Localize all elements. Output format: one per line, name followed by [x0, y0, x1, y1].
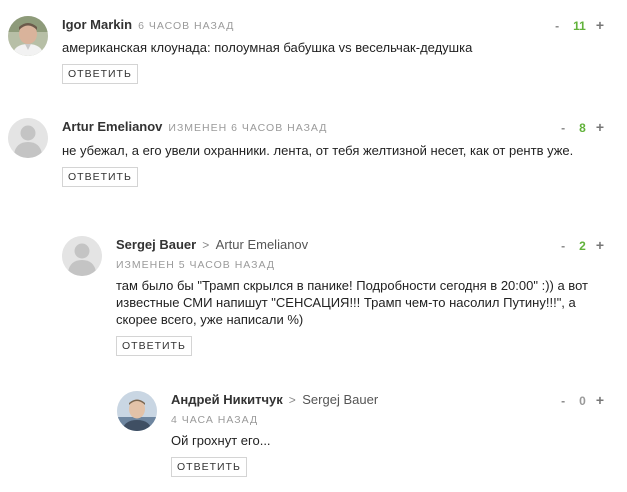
comment-2: Artur Emelianov ИЗМЕНЕН 6 ЧАСОВ НАЗАД не …	[8, 118, 604, 208]
reply-to-arrow: >	[202, 238, 210, 252]
comment-3: Sergej Bauer > Artur Emelianov ИЗМЕНЕН 5 …	[62, 236, 604, 366]
vote-up-button[interactable]: +	[596, 392, 604, 408]
user-photo-icon	[8, 16, 48, 56]
avatar[interactable]	[8, 16, 48, 56]
reply-to-author[interactable]: Artur Emelianov	[216, 237, 308, 252]
vote-score: 11	[573, 19, 586, 33]
comment-text: там было бы "Трамп скрылся в панике! Под…	[116, 278, 588, 327]
vote-score: 8	[579, 121, 586, 135]
reply-button[interactable]: ОТВЕТИТЬ	[171, 457, 247, 477]
comment-header: Андрей Никитчук > Sergej Bauer	[171, 391, 591, 409]
vote-down-button[interactable]: -	[561, 394, 565, 408]
vote-up-button[interactable]: +	[596, 17, 604, 33]
vote-up-button[interactable]: +	[596, 119, 604, 135]
comment-body: Андрей Никитчук > Sergej Bauer 4 ЧАСА НАЗ…	[171, 391, 591, 477]
comment-time: ИЗМЕНЕН 5 ЧАСОВ НАЗАД	[116, 259, 275, 271]
comment-author[interactable]: Artur Emelianov	[62, 119, 162, 134]
comment-text: Ой грохнут его...	[171, 433, 271, 448]
comment-author[interactable]: Андрей Никитчук	[171, 392, 283, 407]
vote-down-button[interactable]: -	[561, 239, 565, 253]
vote-controls: -8 +	[561, 118, 604, 136]
vote-controls: -0 +	[561, 391, 604, 409]
reply-button[interactable]: ОТВЕТИТЬ	[62, 64, 138, 84]
reply-button[interactable]: ОТВЕТИТЬ	[62, 167, 138, 187]
avatar[interactable]	[117, 391, 157, 431]
comment-time: ИЗМЕНЕН 6 ЧАСОВ НАЗАД	[168, 122, 328, 134]
avatar[interactable]	[62, 236, 102, 276]
comment-body: Artur Emelianov ИЗМЕНЕН 6 ЧАСОВ НАЗАД не …	[62, 118, 590, 187]
comment-text: не убежал, а его увели охранники. лента,…	[62, 143, 574, 158]
vote-controls: -11 +	[555, 16, 604, 34]
comment-header: Igor Markin 6 ЧАСОВ НАЗАД	[62, 16, 604, 34]
comment-author[interactable]: Igor Markin	[62, 17, 132, 32]
comment-4: Андрей Никитчук > Sergej Bauer 4 ЧАСА НАЗ…	[117, 391, 604, 483]
default-user-icon	[62, 236, 102, 276]
reply-to-author[interactable]: Sergej Bauer	[302, 392, 378, 407]
comment-body: Sergej Bauer > Artur Emelianov ИЗМЕНЕН 5 …	[116, 236, 594, 356]
comment-header: Artur Emelianov ИЗМЕНЕН 6 ЧАСОВ НАЗАД	[62, 118, 590, 136]
avatar[interactable]	[8, 118, 48, 158]
comment-1: Igor Markin 6 ЧАСОВ НАЗАД американская кл…	[8, 16, 604, 92]
comment-header: Sergej Bauer > Artur Emelianov	[116, 236, 594, 254]
vote-down-button[interactable]: -	[555, 19, 559, 33]
vote-score: 0	[579, 394, 586, 408]
user-photo-icon	[117, 391, 157, 431]
comment-author[interactable]: Sergej Bauer	[116, 237, 196, 252]
vote-down-button[interactable]: -	[561, 121, 565, 135]
comment-time: 4 ЧАСА НАЗАД	[171, 414, 259, 426]
comment-text: американская клоунада: полоумная бабушка…	[62, 40, 473, 55]
vote-controls: -2 +	[561, 236, 604, 254]
vote-score: 2	[579, 239, 586, 253]
default-user-icon	[8, 118, 48, 158]
reply-button[interactable]: ОТВЕТИТЬ	[116, 336, 192, 356]
reply-to-arrow: >	[288, 393, 296, 407]
comment-time: 6 ЧАСОВ НАЗАД	[138, 20, 235, 32]
comment-body: Igor Markin 6 ЧАСОВ НАЗАД американская кл…	[62, 16, 604, 84]
vote-up-button[interactable]: +	[596, 237, 604, 253]
